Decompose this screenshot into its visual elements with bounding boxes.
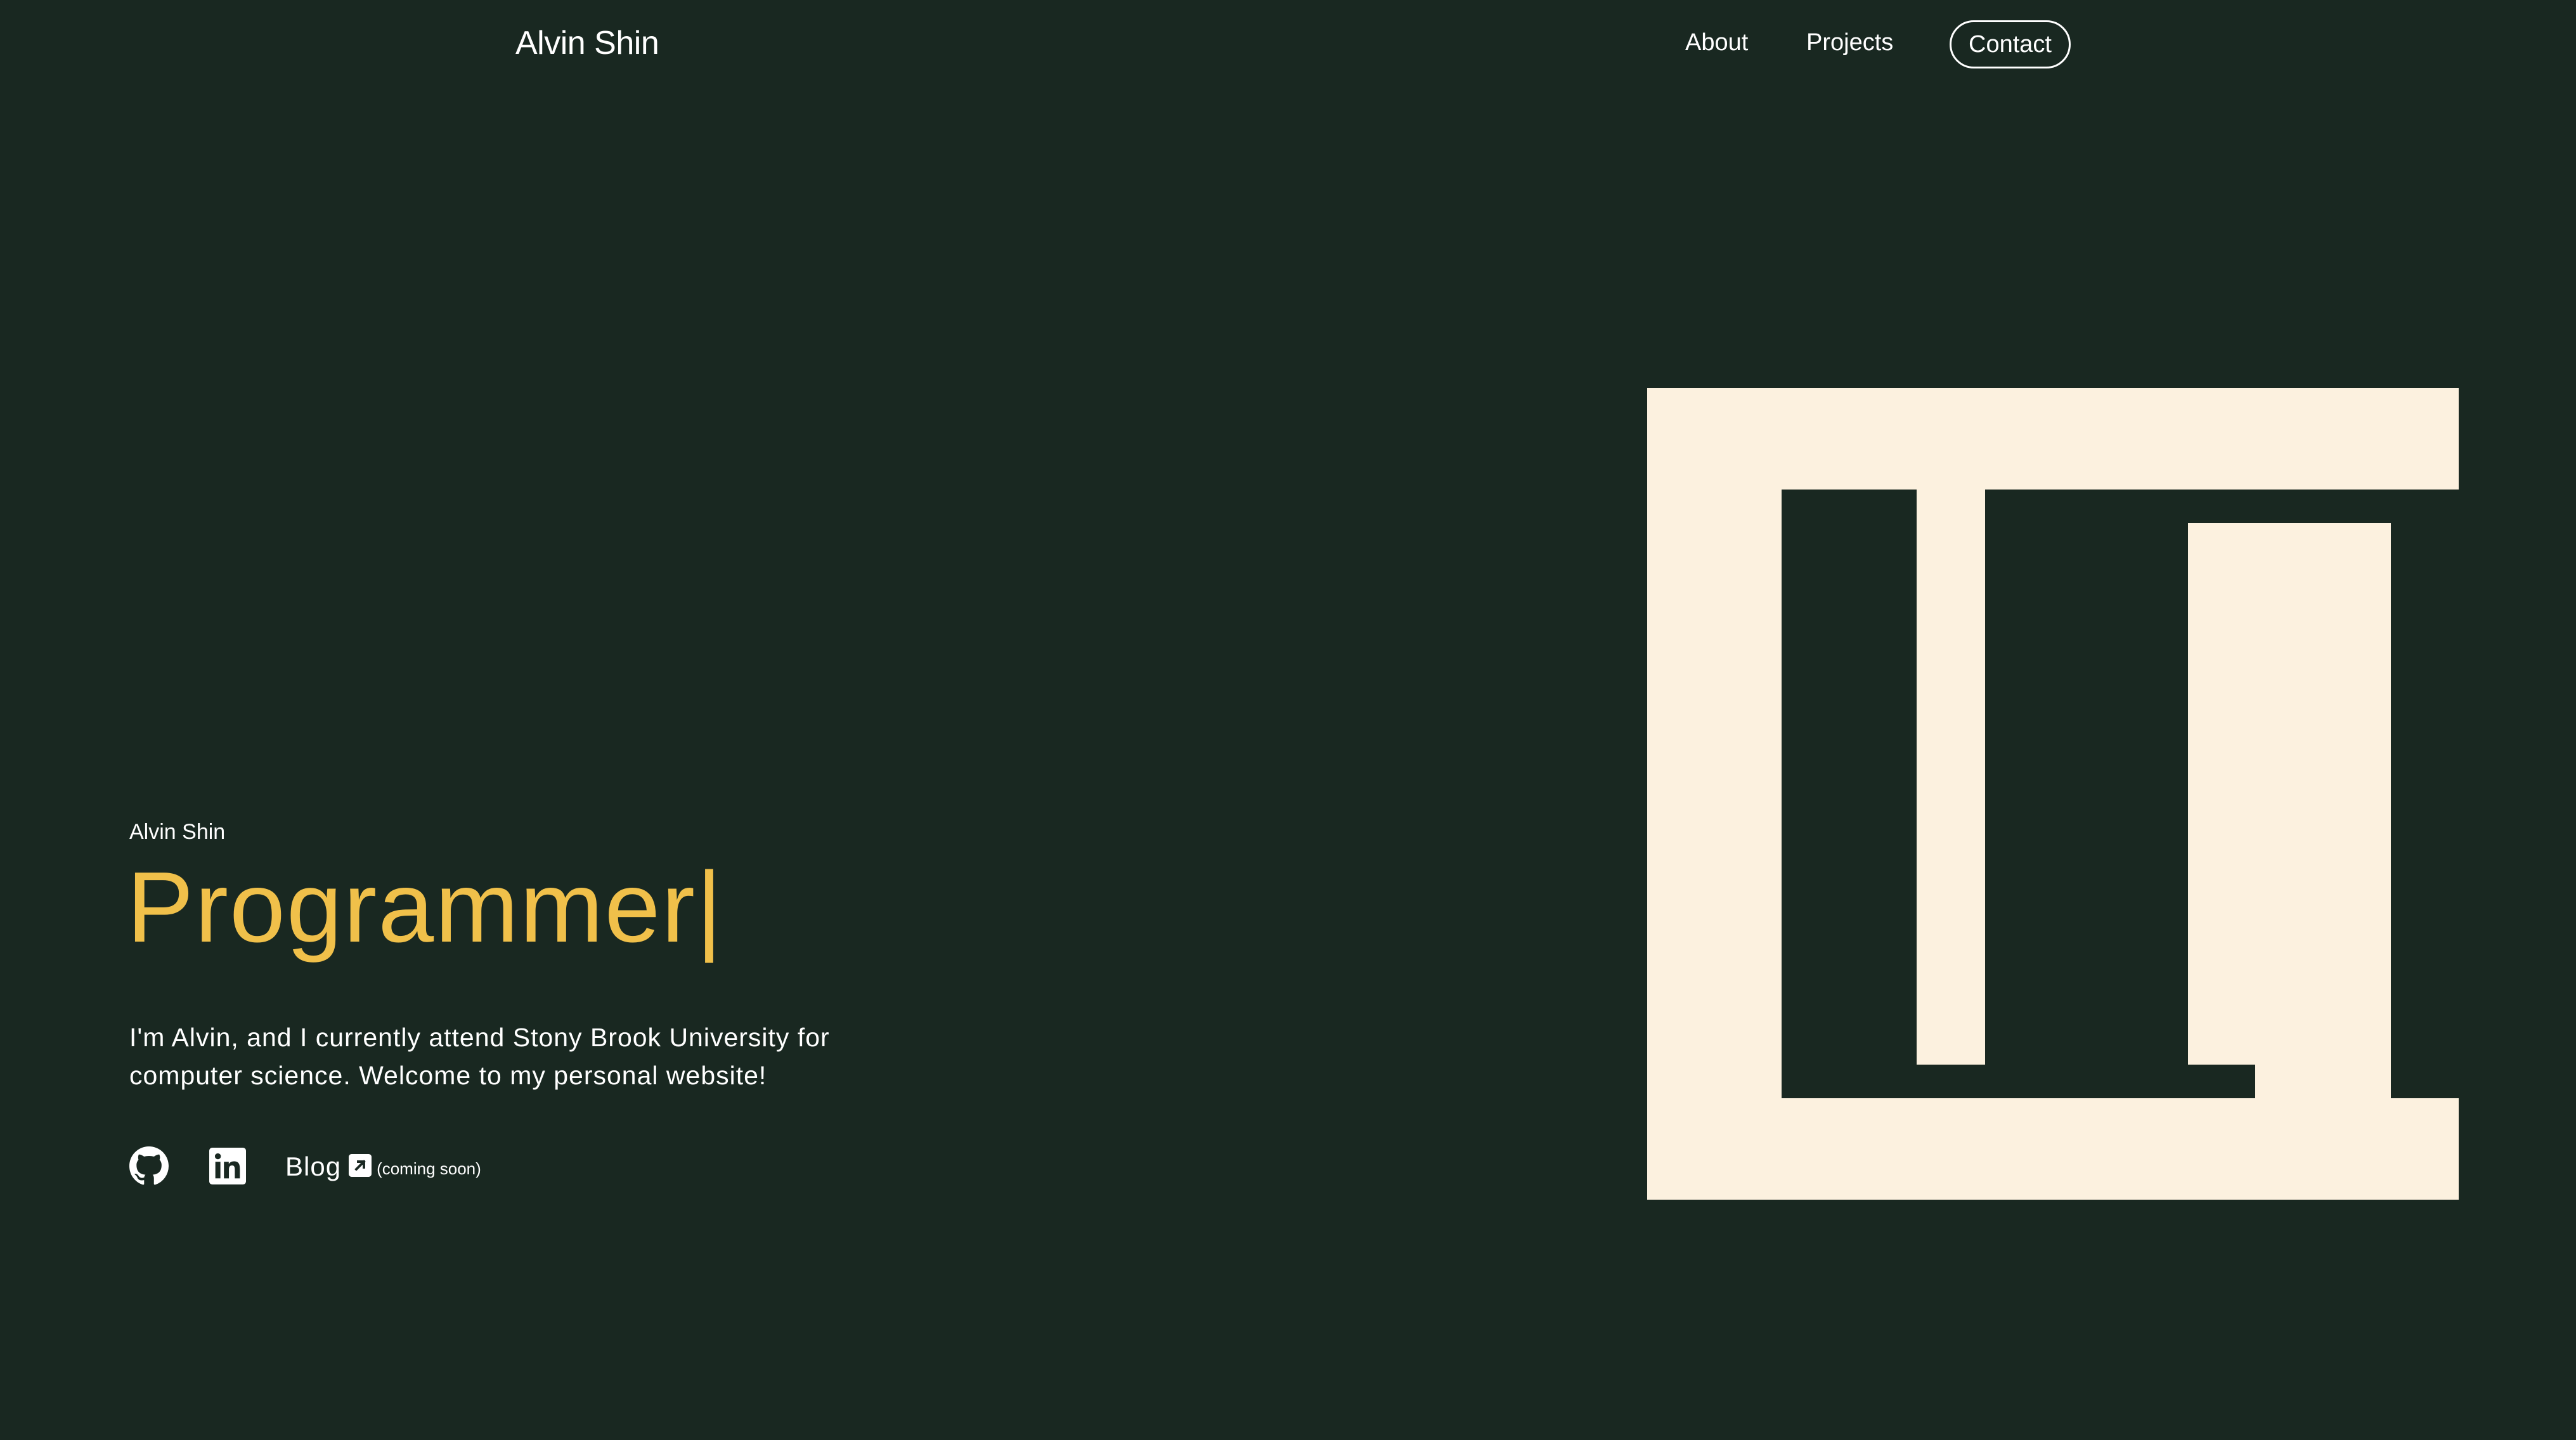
typing-caret: | [696,852,723,963]
blog-label: Blog [285,1151,342,1181]
nav-link-projects[interactable]: Projects [1806,29,1893,56]
nav-contact-button[interactable]: Contact [1950,20,2071,68]
blog-link[interactable]: Blog (coming soon) [285,1151,481,1182]
github-icon [129,1146,169,1185]
hero-title-text: Programmer [127,852,696,963]
hero-description: I'm Alvin, and I currently attend Stony … [129,1023,830,1090]
linkedin-icon [209,1148,246,1184]
linkedin-link[interactable] [209,1148,246,1184]
github-link[interactable] [129,1146,169,1186]
external-link-icon [349,1154,372,1177]
blog-coming-soon-note: (coming soon) [377,1158,481,1178]
hero-eyebrow: Alvin Shin [129,820,226,844]
logo-graphic [1647,388,2527,1200]
hero-title: Programmer| [127,852,723,963]
nav-link-about[interactable]: About [1685,29,1748,56]
brand-logo-text[interactable]: Alvin Shin [515,24,659,62]
site-logo-mark [1647,388,2527,1200]
